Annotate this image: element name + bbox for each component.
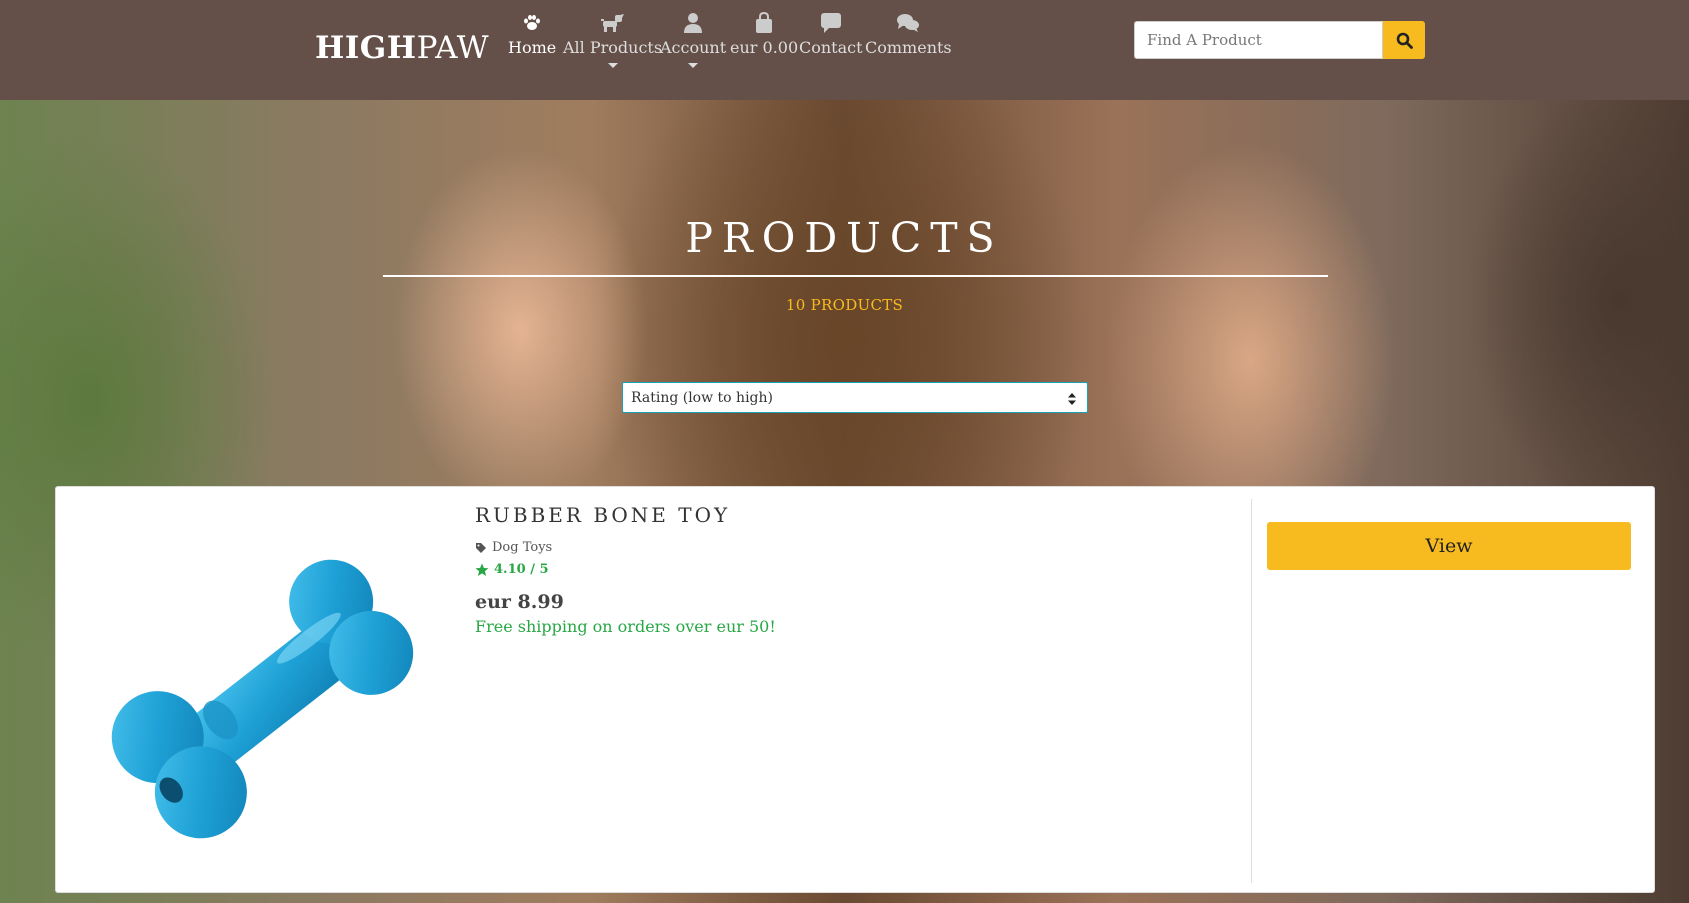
sort-select[interactable]: Rating (low to high) [622,382,1088,413]
nav-home-label: Home [508,38,557,57]
product-title[interactable]: RUBBER BONE TOY [475,503,730,527]
nav-comments[interactable]: Comments [865,12,952,57]
search-input[interactable] [1134,21,1383,59]
dog-icon [600,14,624,32]
search-button[interactable] [1383,21,1425,59]
nav-comments-label: Comments [865,38,952,57]
product-rating: 4.10 / 5 [475,562,549,577]
nav-cart[interactable]: eur 0.00 [730,12,798,57]
card-divider [1251,499,1252,883]
search-icon [1396,32,1413,49]
brand-logo[interactable]: HIGHPAW [315,30,489,66]
search-form [1134,21,1425,59]
nav-contact-label: Contact [799,38,863,57]
nav-account-label: Account [660,38,727,57]
sort-selected-value: Rating (low to high) [631,389,773,406]
brand-thin: PAW [416,30,490,66]
chevron-down-icon [688,63,699,68]
nav-all-products[interactable]: All Products [563,12,662,68]
view-button[interactable]: View [1267,522,1631,570]
nav-all-products-label: All Products [563,38,663,57]
page-title: PRODUCTS [685,214,1004,262]
shopping-bag-icon [756,12,773,33]
product-price: eur 8.99 [475,591,564,613]
comment-icon [820,13,841,33]
product-count: 10 PRODUCTS [785,296,904,314]
product-category[interactable]: Dog Toys [475,540,552,555]
star-icon [475,563,489,576]
nav-cart-label: eur 0.00 [730,38,799,57]
chevron-down-icon [607,63,618,68]
product-rating-value: 4.10 / 5 [494,562,549,577]
brand-bold: HIGH [315,30,417,66]
product-category-label: Dog Toys [492,540,553,555]
nav-contact[interactable]: Contact [799,12,863,57]
comments-icon [897,14,920,32]
site-header: HIGHPAW Home All Products Account eur 0.… [0,0,1689,100]
hero-banner: PRODUCTS 10 PRODUCTS Rating (low to high… [0,100,1689,903]
select-arrows-icon [1068,393,1076,405]
rubber-bone-image[interactable] [96,537,436,857]
product-card: RUBBER BONE TOY Dog Toys 4.10 / 5 eur 8.… [55,486,1655,893]
user-icon [684,13,703,33]
title-divider [383,275,1328,277]
nav-home[interactable]: Home [508,12,556,57]
nav-account[interactable]: Account [660,12,726,68]
shipping-note: Free shipping on orders over eur 50! [475,617,776,636]
tag-icon [476,542,486,553]
paw-icon [524,15,541,30]
